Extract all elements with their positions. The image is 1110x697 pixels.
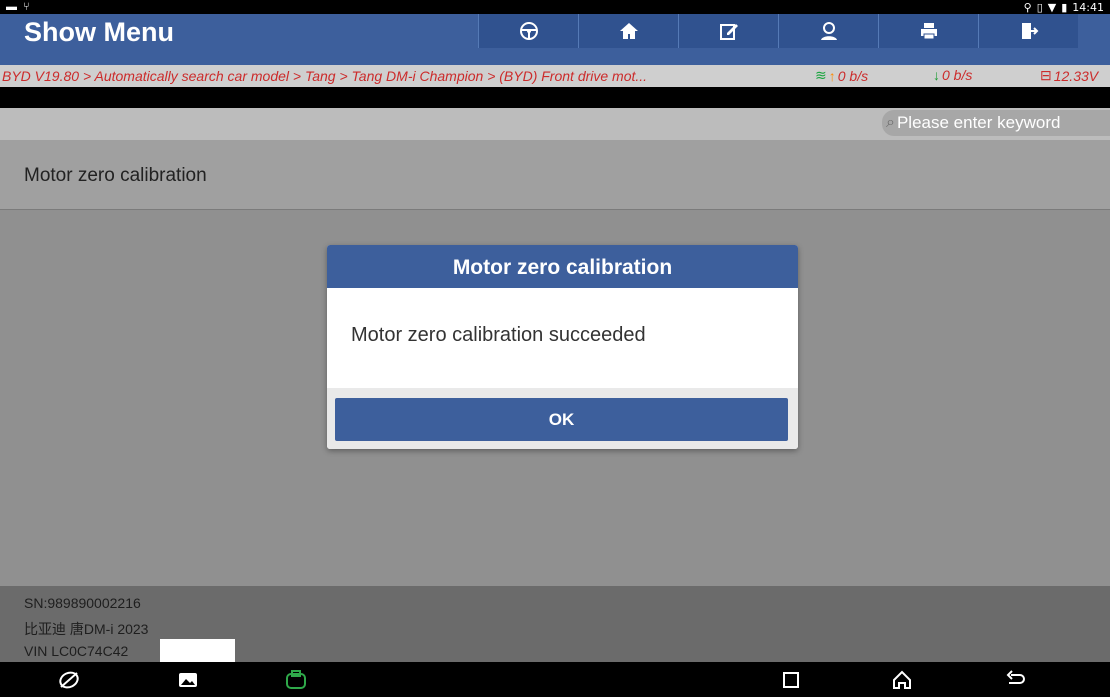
breadcrumb: BYD V19.80 > Automatically search car mo… (2, 68, 648, 84)
ok-button[interactable]: OK (335, 398, 788, 441)
battery-icon: ▮ (1061, 0, 1068, 14)
back-button[interactable] (1003, 667, 1029, 693)
home-icon (619, 23, 638, 39)
search-input[interactable] (896, 113, 1097, 133)
home-nav-icon (893, 670, 911, 689)
location-icon: ⚲ (1023, 0, 1032, 14)
toolbar (478, 14, 1078, 48)
print-button[interactable] (878, 14, 978, 48)
search-icon: ⌕ (886, 114, 895, 131)
battery-voltage-value: 12.33V (1053, 67, 1099, 84)
steering-wheel-icon (519, 22, 538, 40)
dialog-message: Motor zero calibration succeeded (351, 324, 646, 346)
upload-rate: ≋ ↑ 0 b/s (815, 67, 868, 84)
search-row: ⌕ (0, 108, 1110, 140)
browser-button[interactable] (56, 667, 82, 693)
dialog-footer: OK (327, 388, 798, 449)
battery-voltage: ⊟ 12.33V (1040, 67, 1098, 84)
menu-item-label: Motor zero calibration (24, 165, 207, 186)
upload-rate-value: 0 b/s (837, 67, 869, 84)
vci-icon (286, 670, 306, 689)
status-time: 14:41 (1072, 0, 1104, 14)
user-icon (820, 22, 837, 40)
vci-button[interactable] (283, 667, 309, 693)
menu-item-motor-zero-calibration[interactable]: Motor zero calibration (0, 140, 1110, 210)
search-box[interactable]: ⌕ (882, 110, 1110, 136)
breadcrumb-bar: BYD V19.80 > Automatically search car mo… (0, 65, 1110, 87)
vehicle-model: 比亚迪 唐DM-i 2023 (24, 621, 149, 637)
serial-number: SN:989890002216 (24, 595, 141, 611)
exit-icon (1021, 23, 1038, 39)
edit-button[interactable] (678, 14, 778, 48)
wifi-signal-icon: ≋ (815, 67, 827, 83)
gallery-icon (179, 673, 197, 687)
vin-number: VIN LC0C74C42 (24, 643, 129, 659)
recents-button[interactable] (778, 667, 804, 693)
arrow-up-icon: ↑ (828, 67, 836, 84)
back-icon (1006, 670, 1025, 684)
edit-icon (719, 24, 738, 40)
wifi-icon: ▼ (1047, 0, 1057, 14)
gallery-button[interactable] (175, 667, 201, 693)
usb-debug-icon: ⑂ (23, 1, 30, 13)
notification-image-icon: ▬ (6, 1, 17, 13)
browser-icon (59, 671, 79, 689)
redaction-box (160, 639, 235, 663)
recents-icon (783, 672, 799, 688)
calibration-dialog: Motor zero calibration Motor zero calibr… (327, 245, 798, 449)
system-nav-bar (0, 662, 1110, 697)
vibrate-icon: ▯ (1036, 0, 1043, 14)
home-button[interactable] (578, 14, 678, 48)
exit-button[interactable] (978, 14, 1078, 48)
steering-wheel-button[interactable] (478, 14, 578, 48)
print-icon (920, 23, 937, 40)
system-status-bar: ▬ ⑂ ⚲ ▯ ▼ ▮ 14:41 (0, 0, 1110, 14)
page-title: Show Menu (24, 17, 174, 47)
download-rate: ↓ 0 b/s (933, 67, 972, 83)
arrow-down-icon: ↓ (933, 67, 940, 83)
dialog-title: Motor zero calibration (327, 245, 798, 288)
home-nav-button[interactable] (889, 667, 915, 693)
battery-voltage-icon: ⊟ (1040, 67, 1052, 83)
download-rate-value: 0 b/s (942, 67, 973, 83)
user-button[interactable] (778, 14, 878, 48)
